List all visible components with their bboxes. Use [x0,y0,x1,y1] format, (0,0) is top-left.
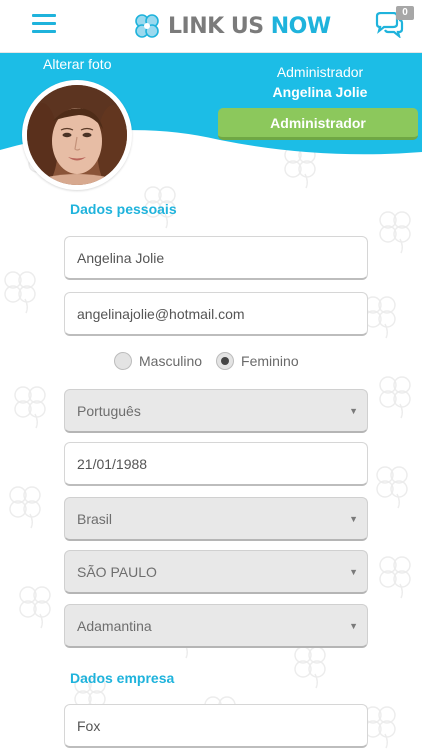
dropdown-arrow-icon: ▼ [349,567,358,577]
role-button[interactable]: Administrador [218,108,418,140]
avatar[interactable] [22,80,132,190]
state-value: SÃO PAULO [77,563,157,580]
female-label: Feminino [241,353,299,369]
clover-logo-icon [135,14,159,38]
company-data-title: Dados empresa [70,670,175,686]
state-select[interactable]: SÃO PAULO ▼ [64,550,368,594]
country-value: Brasil [77,510,113,527]
user-name: Angelina Jolie [272,84,368,100]
avatar-photo [27,85,127,185]
female-radio[interactable] [216,352,235,370]
name-field[interactable]: Angelina Jolie [64,236,368,280]
role-label: Administrador [276,64,364,80]
change-photo-link[interactable]: Alterar foto [43,56,111,72]
dropdown-arrow-icon: ▼ [349,621,358,631]
top-bar: LINK US NOW 0 [0,0,422,53]
male-label: Masculino [139,353,203,369]
city-select[interactable]: Adamantina ▼ [64,604,368,648]
birthdate-field[interactable]: 21/01/1988 [64,442,368,486]
gender-female-option[interactable]: Feminino [216,352,299,370]
logo-text-part2: NOW [270,13,331,39]
name-value: Angelina Jolie [77,249,165,266]
company-name-value: Fox [77,717,101,734]
dropdown-arrow-icon: ▼ [349,514,358,524]
dropdown-arrow-icon: ▼ [349,406,358,416]
language-select[interactable]: Português ▼ [64,389,368,433]
email-value: angelinajolie@hotmail.com [77,305,245,322]
birthdate-value: 21/01/1988 [77,455,148,472]
logo-text-part1: LINK US [168,13,271,39]
app-logo[interactable]: LINK US NOW [132,10,331,42]
city-value: Adamantina [77,617,152,634]
personal-data-title: Dados pessoais [70,201,177,217]
email-field[interactable]: angelinajolie@hotmail.com [64,292,368,336]
hamburger-menu-icon[interactable] [32,14,56,34]
radio-selected-dot [221,357,230,365]
logo-text: LINK US NOW [168,14,331,39]
chat-count-badge: 0 [396,6,414,20]
language-value: Português [77,402,141,419]
gender-male-option[interactable]: Masculino [114,352,202,370]
male-radio[interactable] [114,352,132,370]
country-select[interactable]: Brasil ▼ [64,497,368,541]
gender-radio-group: Masculino Feminino [114,350,299,372]
company-name-field[interactable]: Fox [64,704,368,748]
